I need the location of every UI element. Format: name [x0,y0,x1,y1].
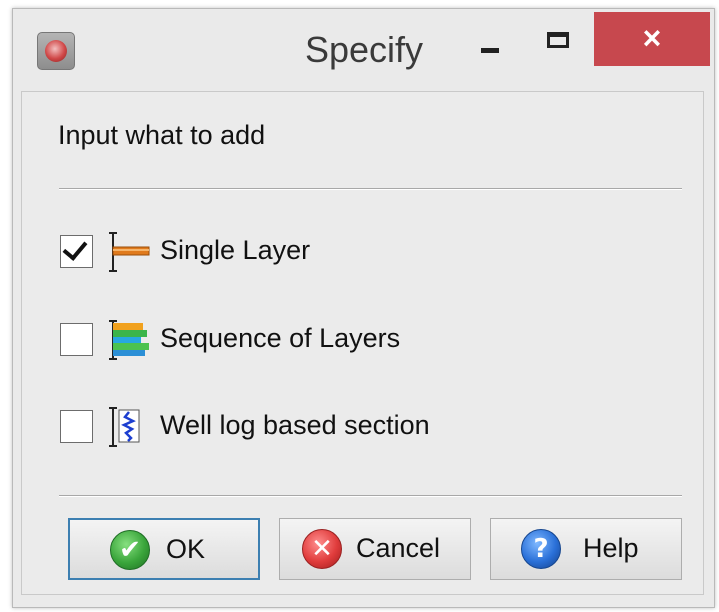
close-button[interactable]: × [594,12,710,66]
help-button-label: Help [583,533,639,563]
checkmark-icon [62,235,88,261]
ok-button-label: OK [166,534,206,564]
minimize-button[interactable] [471,29,515,65]
ok-button[interactable]: ✔ OK [68,518,260,580]
close-icon: × [642,20,662,56]
top-separator [59,188,682,190]
minimize-icon [481,48,499,53]
single-layer-checkbox[interactable] [60,235,93,268]
single-layer-label[interactable]: Single Layer [160,235,310,266]
cancel-button-label: Cancel [356,533,441,563]
well-log-section-icon [109,407,140,447]
maximize-button[interactable] [537,23,583,63]
window-title: Specify [305,29,424,70]
sequence-of-layers-checkbox[interactable] [60,323,93,356]
specify-dialog-window: Specify × Input what to add Single Layer [12,8,715,608]
dialog-content: Input what to add Single Layer Sequence … [21,91,704,595]
cancel-button[interactable]: ✕ Cancel [279,518,471,580]
sequence-of-layers-label[interactable]: Sequence of Layers [160,323,400,354]
bottom-separator [59,495,682,497]
ok-check-icon: ✔ [110,530,150,570]
cancel-x-icon: ✕ [302,529,342,569]
title-bar[interactable]: Specify × [13,9,714,88]
help-button[interactable]: ? Help [490,518,682,580]
app-logo-icon [45,40,67,62]
sequence-of-layers-icon [109,320,149,360]
single-layer-icon [109,232,150,272]
well-log-section-checkbox[interactable] [60,410,93,443]
help-question-icon: ? [521,529,561,569]
app-icon[interactable] [37,32,75,70]
prompt-label: Input what to add [58,120,266,150]
well-log-section-label[interactable]: Well log based section [160,410,430,441]
maximize-icon [547,32,569,48]
